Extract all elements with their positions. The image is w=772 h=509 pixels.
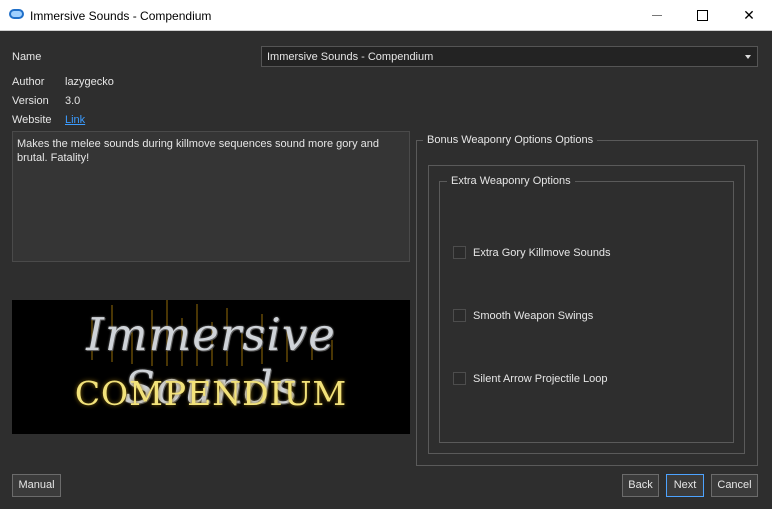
minimize-icon — [652, 15, 662, 16]
options-subgroup-title: Extra Weaponry Options — [447, 175, 575, 187]
next-button[interactable]: Next — [666, 474, 704, 497]
name-dropdown[interactable]: Immersive Sounds - Compendium — [261, 46, 758, 67]
website-link[interactable]: Link — [65, 114, 85, 126]
author-label: Author — [12, 76, 45, 88]
option-label: Silent Arrow Projectile Loop — [473, 373, 608, 385]
option-label: Smooth Weapon Swings — [473, 310, 594, 322]
cancel-button[interactable]: Cancel — [711, 474, 758, 497]
website-label: Website — [12, 114, 52, 126]
name-dropdown-value: Immersive Sounds - Compendium — [267, 51, 434, 63]
checkbox[interactable] — [453, 246, 466, 259]
description-box[interactable]: Makes the melee sounds during killmove s… — [12, 131, 410, 262]
back-button[interactable]: Back — [622, 474, 659, 497]
author-value: lazygecko — [65, 76, 114, 88]
option-label: Extra Gory Killmove Sounds — [473, 247, 611, 259]
window-title: Immersive Sounds - Compendium — [30, 9, 212, 23]
name-label: Name — [12, 51, 42, 63]
checkbox[interactable] — [453, 309, 466, 322]
manual-button[interactable]: Manual — [12, 474, 61, 497]
close-button[interactable]: ✕ — [726, 0, 772, 30]
banner-subtitle: COMPENDIUM — [74, 374, 348, 413]
mod-banner-image: Immersive Sounds COMPENDIUM — [12, 300, 410, 434]
options-group-title: Bonus Weaponry Options Options — [423, 134, 598, 146]
minimize-button[interactable] — [634, 0, 680, 30]
app-icon — [9, 9, 24, 19]
close-icon: ✕ — [743, 7, 755, 23]
maximize-icon — [697, 10, 708, 21]
chevron-down-icon — [745, 55, 751, 59]
version-value: 3.0 — [65, 95, 81, 107]
maximize-button[interactable] — [680, 0, 726, 30]
checkbox[interactable] — [453, 372, 466, 385]
title-bar: Immersive Sounds - Compendium ✕ — [0, 0, 772, 31]
version-label: Version — [12, 95, 49, 107]
